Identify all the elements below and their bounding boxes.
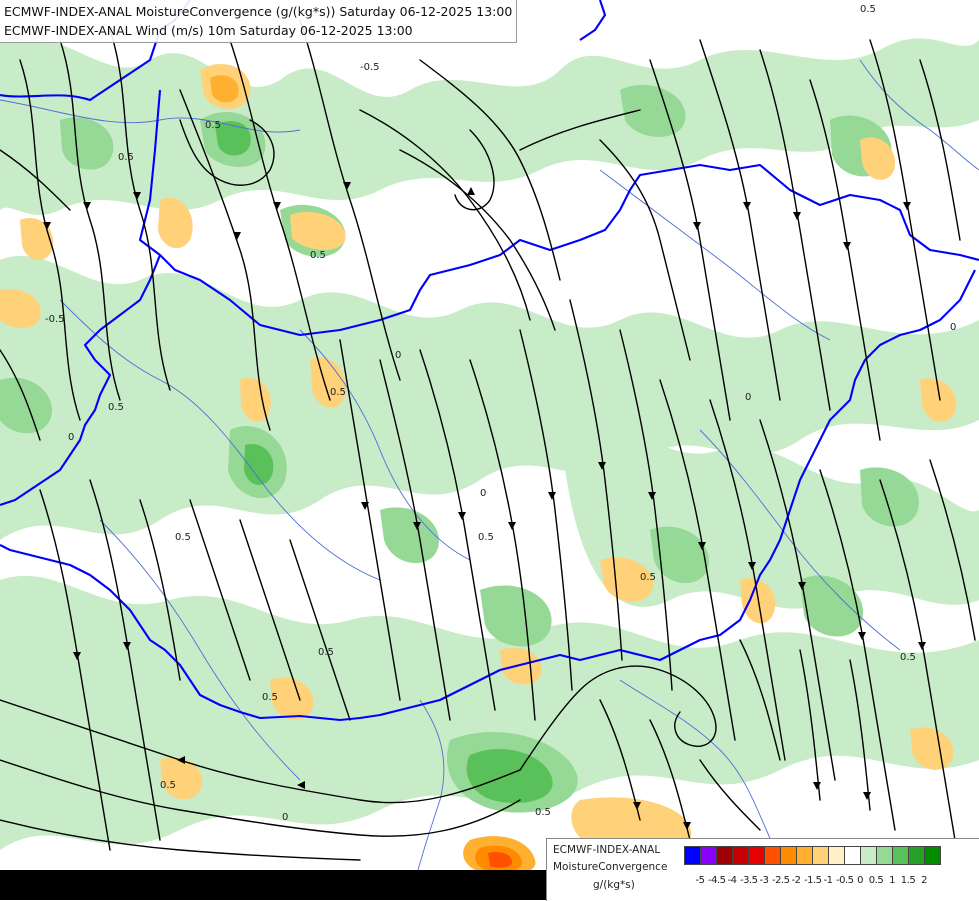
legend-tick-label: -1 <box>823 875 833 886</box>
contour-label: 0.5 <box>310 250 326 261</box>
legend-swatch <box>732 846 749 865</box>
contour-label: 0 <box>480 488 486 499</box>
contour-label: 0.5 <box>118 152 134 163</box>
contour-label: 0 <box>68 432 74 443</box>
map-title-box: ECMWF-INDEX-ANAL MoistureConvergence (g/… <box>0 0 518 43</box>
contour-label: 0.5 <box>860 4 876 15</box>
legend-swatch <box>764 846 781 865</box>
legend-swatch <box>860 846 877 865</box>
contour-label: 0 <box>950 322 956 333</box>
moisture-title: ECMWF-INDEX-ANAL MoistureConvergence (g/… <box>4 4 513 19</box>
contour-label: 0.5 <box>535 807 551 818</box>
contour-label: 0.5 <box>478 532 494 543</box>
legend-swatch <box>716 846 733 865</box>
contour-label: 0.5 <box>640 572 656 583</box>
contour-label: 0.5 <box>900 652 916 663</box>
moisture-convergence-map: 0.5 0.5 -0.5 0.5 0.5 -0.5 0.5 0 0.5 0 0 … <box>0 0 979 900</box>
legend-tick-label: -2 <box>791 875 801 886</box>
legend-swatch <box>828 846 845 865</box>
legend-tick-label: -4.5 <box>708 875 726 886</box>
legend-unit: g/(kg*s) <box>593 879 635 891</box>
contour-label: 0.5 <box>175 532 191 543</box>
legend-swatch <box>780 846 797 865</box>
legend-swatch <box>844 846 861 865</box>
contour-label: 0.5 <box>318 647 334 658</box>
contour-label: -0.5 <box>45 314 65 325</box>
legend-tick-label: -2.5 <box>772 875 790 886</box>
legend-swatch <box>892 846 909 865</box>
legend-tick-label: -0.5 <box>836 875 854 886</box>
legend-tick-label: -3 <box>759 875 769 886</box>
legend-swatch <box>684 846 701 865</box>
contour-label: 0.5 <box>160 780 176 791</box>
contour-label: 0.5 <box>108 402 124 413</box>
legend-swatch <box>924 846 941 865</box>
legend-swatch <box>812 846 829 865</box>
legend-tick-label: -1.5 <box>804 875 822 886</box>
contour-label: 0.5 <box>330 387 346 398</box>
color-legend: ECMWF-INDEX-ANAL MoistureConvergence g/(… <box>546 838 979 901</box>
legend-swatch <box>908 846 925 865</box>
legend-variable: MoistureConvergence <box>553 861 668 873</box>
legend-tick-label: -4 <box>727 875 737 886</box>
legend-swatch <box>796 846 813 865</box>
contour-label: 0.5 <box>205 120 221 131</box>
contour-label: 0 <box>282 812 288 823</box>
contour-label: 0.5 <box>262 692 278 703</box>
legend-swatches <box>684 846 941 865</box>
legend-tick-label: 1 <box>889 875 895 886</box>
legend-tick-label: -5 <box>695 875 705 886</box>
contour-label: 0 <box>395 350 401 361</box>
legend-tick-label: 0 <box>857 875 863 886</box>
legend-tick-label: 2 <box>921 875 927 886</box>
legend-swatch <box>700 846 717 865</box>
legend-swatch <box>748 846 765 865</box>
contour-label: -0.5 <box>360 62 380 73</box>
legend-tick-label: 0.5 <box>868 875 884 886</box>
legend-tick-label: -3.5 <box>740 875 758 886</box>
contour-label: 0 <box>745 392 751 403</box>
legend-swatch <box>876 846 893 865</box>
legend-ticks: -5 -4.5 -4 -3.5 -3 -2.5 -2 -1.5 -1 -0.5 0 0.5 1 1.5 2 <box>692 875 932 886</box>
legend-tick-label: 1.5 <box>900 875 916 886</box>
wind-title: ECMWF-INDEX-ANAL Wind (m/s) 10m Saturday… <box>4 23 413 38</box>
legend-source: ECMWF-INDEX-ANAL <box>553 844 661 856</box>
